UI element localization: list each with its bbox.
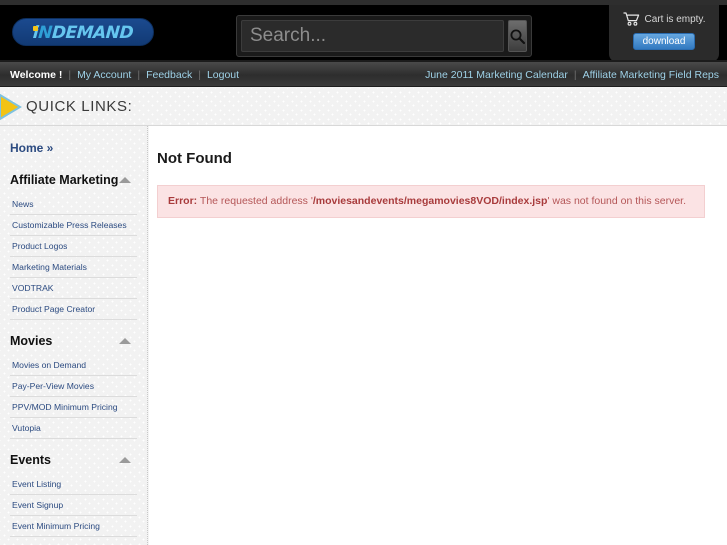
sidebar-item[interactable]: Event Signup <box>10 495 137 516</box>
nav-link-my-account[interactable]: My Account <box>77 69 131 81</box>
logo-i-dot-icon <box>33 26 38 31</box>
sidebar-item[interactable]: Customizable Press Releases <box>10 215 137 236</box>
logo-letter-n: N <box>37 23 53 43</box>
search-bar <box>236 15 532 57</box>
sidebar-item[interactable]: News <box>10 194 137 215</box>
caret-up-icon[interactable] <box>119 177 131 183</box>
yellow-arrow-right-icon <box>0 94 22 120</box>
sidebar-section-title: Affiliate Marketing <box>10 173 119 187</box>
search-button[interactable] <box>508 20 527 52</box>
cart-status-text: Cart is empty. <box>644 13 706 25</box>
nav-link-field-reps[interactable]: Affiliate Marketing Field Reps <box>583 69 719 81</box>
utility-nav-right: June 2011 Marketing Calendar | Affiliate… <box>425 62 719 87</box>
page-content: Home » Affiliate Marketing News Customizab… <box>0 126 727 545</box>
sidebar-item[interactable]: Product Page Creator <box>10 299 137 320</box>
sidebar-item[interactable]: Pay-Per-View Movies <box>10 376 137 397</box>
sidebar-sections: Affiliate Marketing News Customizable Pres… <box>10 169 137 545</box>
nav-link-marketing-calendar[interactable]: June 2011 Marketing Calendar <box>425 69 568 81</box>
search-input[interactable] <box>241 20 504 52</box>
sidebar-item[interactable]: Event Minimum Pricing <box>10 516 137 537</box>
quick-links-label: QUICK LINKS: <box>26 98 133 115</box>
site-header: iNDEMAND Cart is empty. download <box>0 0 727 62</box>
error-message-box: Error: The requested address '/moviesand… <box>157 185 705 218</box>
nav-separator: | <box>68 68 72 81</box>
sidebar-section: Affiliate Marketing News Customizable Pres… <box>10 169 137 320</box>
sidebar-item[interactable]: PPV/MOD Minimum Pricing <box>10 397 137 418</box>
main-content: Not Found Error: The requested address '… <box>149 126 727 545</box>
sidebar-section-header[interactable]: Movies <box>10 330 137 355</box>
sidebar-section-header[interactable]: Affiliate Marketing <box>10 169 137 194</box>
utility-nav-left: Welcome ! | My Account | Feedback | Logo… <box>10 62 239 87</box>
logo-rest: DEMAND <box>51 23 134 43</box>
download-button[interactable]: download <box>633 33 695 50</box>
search-icon <box>510 29 526 44</box>
error-label: Error: <box>168 195 198 207</box>
sidebar-item[interactable]: Product Logos <box>10 236 137 257</box>
cart-widget[interactable]: Cart is empty. download <box>609 5 719 60</box>
error-path: /moviesandevents/megamovies8VOD/index.js… <box>312 195 548 207</box>
nav-separator: | <box>137 68 141 81</box>
sidebar-section-header[interactable]: Events <box>10 449 137 474</box>
utility-nav: Welcome ! | My Account | Feedback | Logo… <box>0 62 727 87</box>
sidebar-section: Movies Movies on Demand Pay-Per-View Movie… <box>10 330 137 439</box>
nav-link-logout[interactable]: Logout <box>207 69 239 81</box>
sidebar-section-title: Events <box>10 453 51 467</box>
nav-link-feedback[interactable]: Feedback <box>146 69 192 81</box>
sidebar-item-home[interactable]: Home » <box>10 141 137 155</box>
sidebar: Home » Affiliate Marketing News Customizab… <box>0 126 148 545</box>
error-text-before: The requested address ' <box>199 195 313 207</box>
page-title: Not Found <box>157 150 232 167</box>
caret-up-icon[interactable] <box>119 457 131 463</box>
caret-up-icon[interactable] <box>119 338 131 344</box>
sidebar-item[interactable]: Vutopia <box>10 418 137 439</box>
sidebar-item[interactable]: Marketing Materials <box>10 257 137 278</box>
nav-separator: | <box>198 68 201 81</box>
sidebar-section-title: Movies <box>10 334 53 348</box>
sidebar-item[interactable]: Event Listing <box>10 474 137 495</box>
welcome-label: Welcome ! <box>10 68 63 81</box>
sidebar-item[interactable]: VODTRAK <box>10 278 137 299</box>
sidebar-item[interactable]: Movies on Demand <box>10 355 137 376</box>
cart-status-row: Cart is empty. <box>609 10 719 28</box>
quick-links-bar: QUICK LINKS: <box>0 88 727 126</box>
sidebar-section: Events Event Listing Event Signup Event Min… <box>10 449 137 537</box>
nav-separator: | <box>573 68 577 81</box>
error-text-after: ' was not found on this server. <box>547 195 687 207</box>
indemand-logo[interactable]: iNDEMAND <box>12 18 154 46</box>
shopping-cart-icon <box>623 12 639 26</box>
